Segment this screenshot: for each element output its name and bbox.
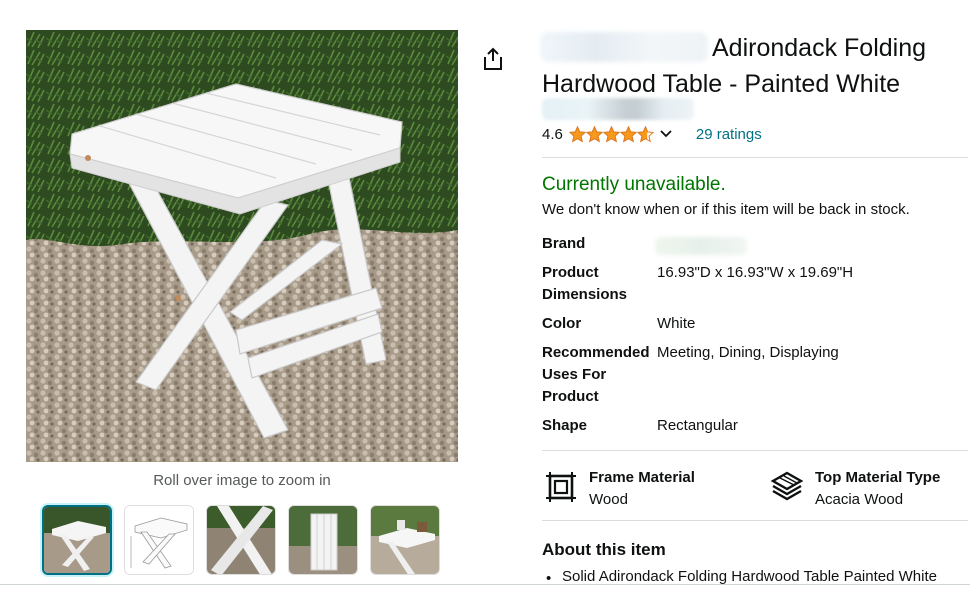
main-product-image[interactable] xyxy=(26,30,458,462)
availability-status: Currently unavailable. xyxy=(542,174,726,195)
frame-material-icon xyxy=(544,470,578,504)
divider xyxy=(542,450,968,451)
star-icon xyxy=(585,125,603,142)
spec-label-color: Color xyxy=(542,315,582,332)
spec-value-color: White xyxy=(657,315,696,332)
star-icon xyxy=(568,125,586,142)
top-material-value: Acacia Wood xyxy=(815,491,904,508)
rating-value: 4.6 xyxy=(542,125,563,143)
gallery-thumbnail[interactable] xyxy=(124,505,194,575)
gallery-thumbnail[interactable] xyxy=(370,505,440,575)
divider xyxy=(542,157,968,158)
zoom-hint: Roll over image to zoom in xyxy=(153,472,331,489)
chevron-down-icon[interactable] xyxy=(660,126,672,142)
viewport-divider xyxy=(0,584,970,585)
availability-note: We don't know when or if this item will … xyxy=(542,201,910,218)
frame-material-label: Frame Material xyxy=(589,469,695,486)
spec-label-shape: Shape xyxy=(542,417,588,434)
top-material-label: Top Material Type xyxy=(815,469,941,486)
product-title: Adirondack Folding Hardwood Table - Pain… xyxy=(542,34,927,98)
gallery-thumbnail[interactable] xyxy=(288,505,358,575)
rating-row: 4.6 29 ratings xyxy=(542,122,762,146)
frame-material-value: Wood xyxy=(589,491,628,508)
star-icon xyxy=(636,125,654,142)
about-bullet: Solid Adirondack Folding Hardwood Table … xyxy=(562,568,937,585)
spec-label-brand: Brand xyxy=(542,235,586,252)
star-icon xyxy=(602,125,620,142)
star-rating-icon[interactable] xyxy=(568,125,654,143)
spec-label-uses: Recommended Uses For Product xyxy=(542,344,650,405)
share-icon[interactable] xyxy=(480,46,506,72)
about-heading: About this item xyxy=(542,540,666,559)
divider xyxy=(542,520,968,521)
brand-value-redacted xyxy=(655,237,747,255)
ratings-count-link[interactable]: 29 ratings xyxy=(696,126,762,143)
store-link-redacted[interactable] xyxy=(542,98,694,120)
spec-label-dimensions: Product Dimensions xyxy=(542,264,628,303)
star-icon xyxy=(619,125,637,142)
spec-value-dimensions: 16.93"D x 16.93"W x 19.69"H xyxy=(657,264,854,281)
gallery-thumbnail[interactable] xyxy=(42,505,112,575)
spec-value-uses: Meeting, Dining, Displaying xyxy=(657,344,839,361)
spec-value-shape: Rectangular xyxy=(657,417,738,434)
layers-icon xyxy=(770,470,804,504)
gallery-thumbnail[interactable] xyxy=(206,505,276,575)
